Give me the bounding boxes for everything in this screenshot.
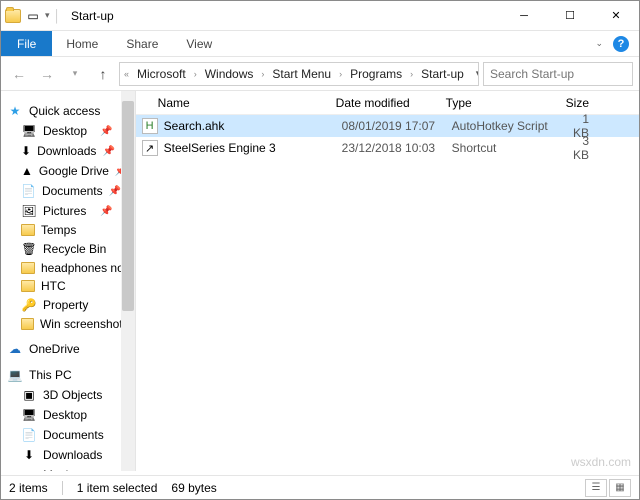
3d-icon: ▣ <box>21 387 37 403</box>
file-name: SteelSeries Engine 3 <box>164 141 342 155</box>
file-row[interactable]: H Search.ahk 08/01/2019 17:07 AutoHotkey… <box>136 115 639 137</box>
sidebar-item-winscreenshots[interactable]: Win screenshots <box>1 315 135 333</box>
help-icon[interactable]: ? <box>613 36 629 52</box>
sidebar-item-pictures[interactable]: 🖼Pictures📌 <box>1 201 135 221</box>
file-row[interactable]: ↗ SteelSeries Engine 3 23/12/2018 10:03 … <box>136 137 639 159</box>
titlebar: ▭ ▾ │ Start-up ─ ☐ ✕ <box>1 1 639 31</box>
column-headers[interactable]: Name Date modified Type Size <box>136 91 639 115</box>
sidebar-item-temps[interactable]: Temps <box>1 221 135 239</box>
crumb[interactable]: Start Menu <box>268 67 335 81</box>
shortcut-icon: ↗ <box>142 140 158 156</box>
file-list: Name Date modified Type Size H Search.ah… <box>136 91 639 471</box>
window-title: Start-up <box>71 9 501 23</box>
up-button[interactable]: ↑ <box>91 62 115 86</box>
desktop-icon: 🖥 <box>21 123 37 139</box>
col-name[interactable]: Name <box>136 96 336 110</box>
status-bytes: 69 bytes <box>171 481 216 495</box>
file-tab[interactable]: File <box>1 31 52 56</box>
col-type[interactable]: Type <box>446 96 566 110</box>
thispc-header[interactable]: 💻This PC <box>1 365 135 385</box>
tab-share[interactable]: Share <box>112 31 172 56</box>
crumb[interactable]: Start-up <box>417 67 468 81</box>
folder-icon <box>5 9 21 23</box>
sidebar-item-headphones[interactable]: headphones not <box>1 259 135 277</box>
qat-dropdown-icon[interactable]: ▾ <box>45 10 50 21</box>
sidebar-item-pc-music[interactable]: ♪Music <box>1 465 135 471</box>
maximize-button[interactable]: ☐ <box>547 1 593 31</box>
sidebar-item-htc[interactable]: HTC <box>1 277 135 295</box>
tab-home[interactable]: Home <box>52 31 112 56</box>
sidebar-item-pc-desktop[interactable]: 🖥Desktop <box>1 405 135 425</box>
sidebar: ★Quick access 🖥Desktop📌 ⬇Downloads📌 ▲Goo… <box>1 91 136 471</box>
refresh-icon[interactable]: ▾ ↻ <box>470 68 479 79</box>
desktop-icon: 🖥 <box>21 407 37 423</box>
minimize-button[interactable]: ─ <box>501 1 547 31</box>
doc-icon[interactable]: ▭ <box>25 8 41 24</box>
gdrive-icon: ▲ <box>21 163 33 179</box>
recent-dropdown[interactable]: ▾ <box>63 62 87 86</box>
sidebar-item-pc-documents[interactable]: 📄Documents <box>1 425 135 445</box>
folder-icon <box>21 224 35 236</box>
sidebar-item-desktop[interactable]: 🖥Desktop📌 <box>1 121 135 141</box>
forward-button: → <box>35 62 59 86</box>
sidebar-item-recyclebin[interactable]: 🗑Recycle Bin <box>1 239 135 259</box>
scrollbar-thumb[interactable] <box>122 101 134 311</box>
ribbon-tabs: File Home Share View ⌄ ? <box>1 31 639 57</box>
music-icon: ♪ <box>21 467 37 471</box>
file-date: 08/01/2019 17:07 <box>342 119 452 133</box>
crumb[interactable]: Windows <box>201 67 258 81</box>
folder-icon <box>21 262 35 274</box>
crumb[interactable]: Programs <box>346 67 406 81</box>
doc-icon: 📄 <box>21 427 37 443</box>
file-type: Shortcut <box>452 141 572 155</box>
file-date: 23/12/2018 10:03 <box>342 141 452 155</box>
expand-ribbon-icon[interactable]: ⌄ <box>595 38 603 49</box>
search-input[interactable] <box>490 67 640 81</box>
file-name: Search.ahk <box>164 119 342 133</box>
close-button[interactable]: ✕ <box>593 1 639 31</box>
view-details-button[interactable]: ☰ <box>585 479 607 497</box>
col-date[interactable]: Date modified <box>336 96 446 110</box>
col-size[interactable]: Size <box>566 96 639 110</box>
quick-access-header[interactable]: ★Quick access <box>1 101 135 121</box>
cloud-icon: ☁ <box>7 341 23 357</box>
back-button[interactable]: ← <box>7 62 31 86</box>
file-size: 3 KB <box>572 134 639 162</box>
star-icon: ★ <box>7 103 23 119</box>
address-bar[interactable]: « Microsoft› Windows› Start Menu› Progra… <box>119 62 479 86</box>
watermark: wsxdn.com <box>571 455 631 469</box>
chevron-left-icon[interactable]: « <box>122 69 131 79</box>
onedrive-header[interactable]: ☁OneDrive <box>1 339 135 359</box>
key-icon: 🔑 <box>21 297 37 313</box>
pc-icon: 💻 <box>7 367 23 383</box>
sidebar-item-3dobjects[interactable]: ▣3D Objects <box>1 385 135 405</box>
status-selected: 1 item selected <box>77 481 158 495</box>
status-bar: 2 items 1 item selected 69 bytes ☰ ▦ <box>1 475 639 499</box>
sidebar-item-documents[interactable]: 📄Documents📌 <box>1 181 135 201</box>
nav-row: ← → ▾ ↑ « Microsoft› Windows› Start Menu… <box>1 57 639 91</box>
view-icons-button[interactable]: ▦ <box>609 479 631 497</box>
quick-access-toolbar: ▭ ▾ │ <box>1 8 65 24</box>
sidebar-scrollbar[interactable] <box>121 91 135 471</box>
doc-icon: 📄 <box>21 183 36 199</box>
ahk-file-icon: H <box>142 118 158 134</box>
sidebar-item-property[interactable]: 🔑Property <box>1 295 135 315</box>
search-box[interactable]: 🔍 <box>483 62 633 86</box>
sidebar-item-downloads[interactable]: ⬇Downloads📌 <box>1 141 135 161</box>
sidebar-item-pc-downloads[interactable]: ⬇Downloads <box>1 445 135 465</box>
folder-icon <box>21 280 35 292</box>
bin-icon: 🗑 <box>21 241 37 257</box>
folder-icon <box>21 318 34 330</box>
sidebar-item-gdrive[interactable]: ▲Google Drive📌 <box>1 161 135 181</box>
download-icon: ⬇ <box>21 143 31 159</box>
status-item-count: 2 items <box>9 481 48 495</box>
tab-view[interactable]: View <box>172 31 226 56</box>
download-icon: ⬇ <box>21 447 37 463</box>
file-type: AutoHotkey Script <box>452 119 572 133</box>
pic-icon: 🖼 <box>21 203 37 219</box>
crumb[interactable]: Microsoft <box>133 67 190 81</box>
